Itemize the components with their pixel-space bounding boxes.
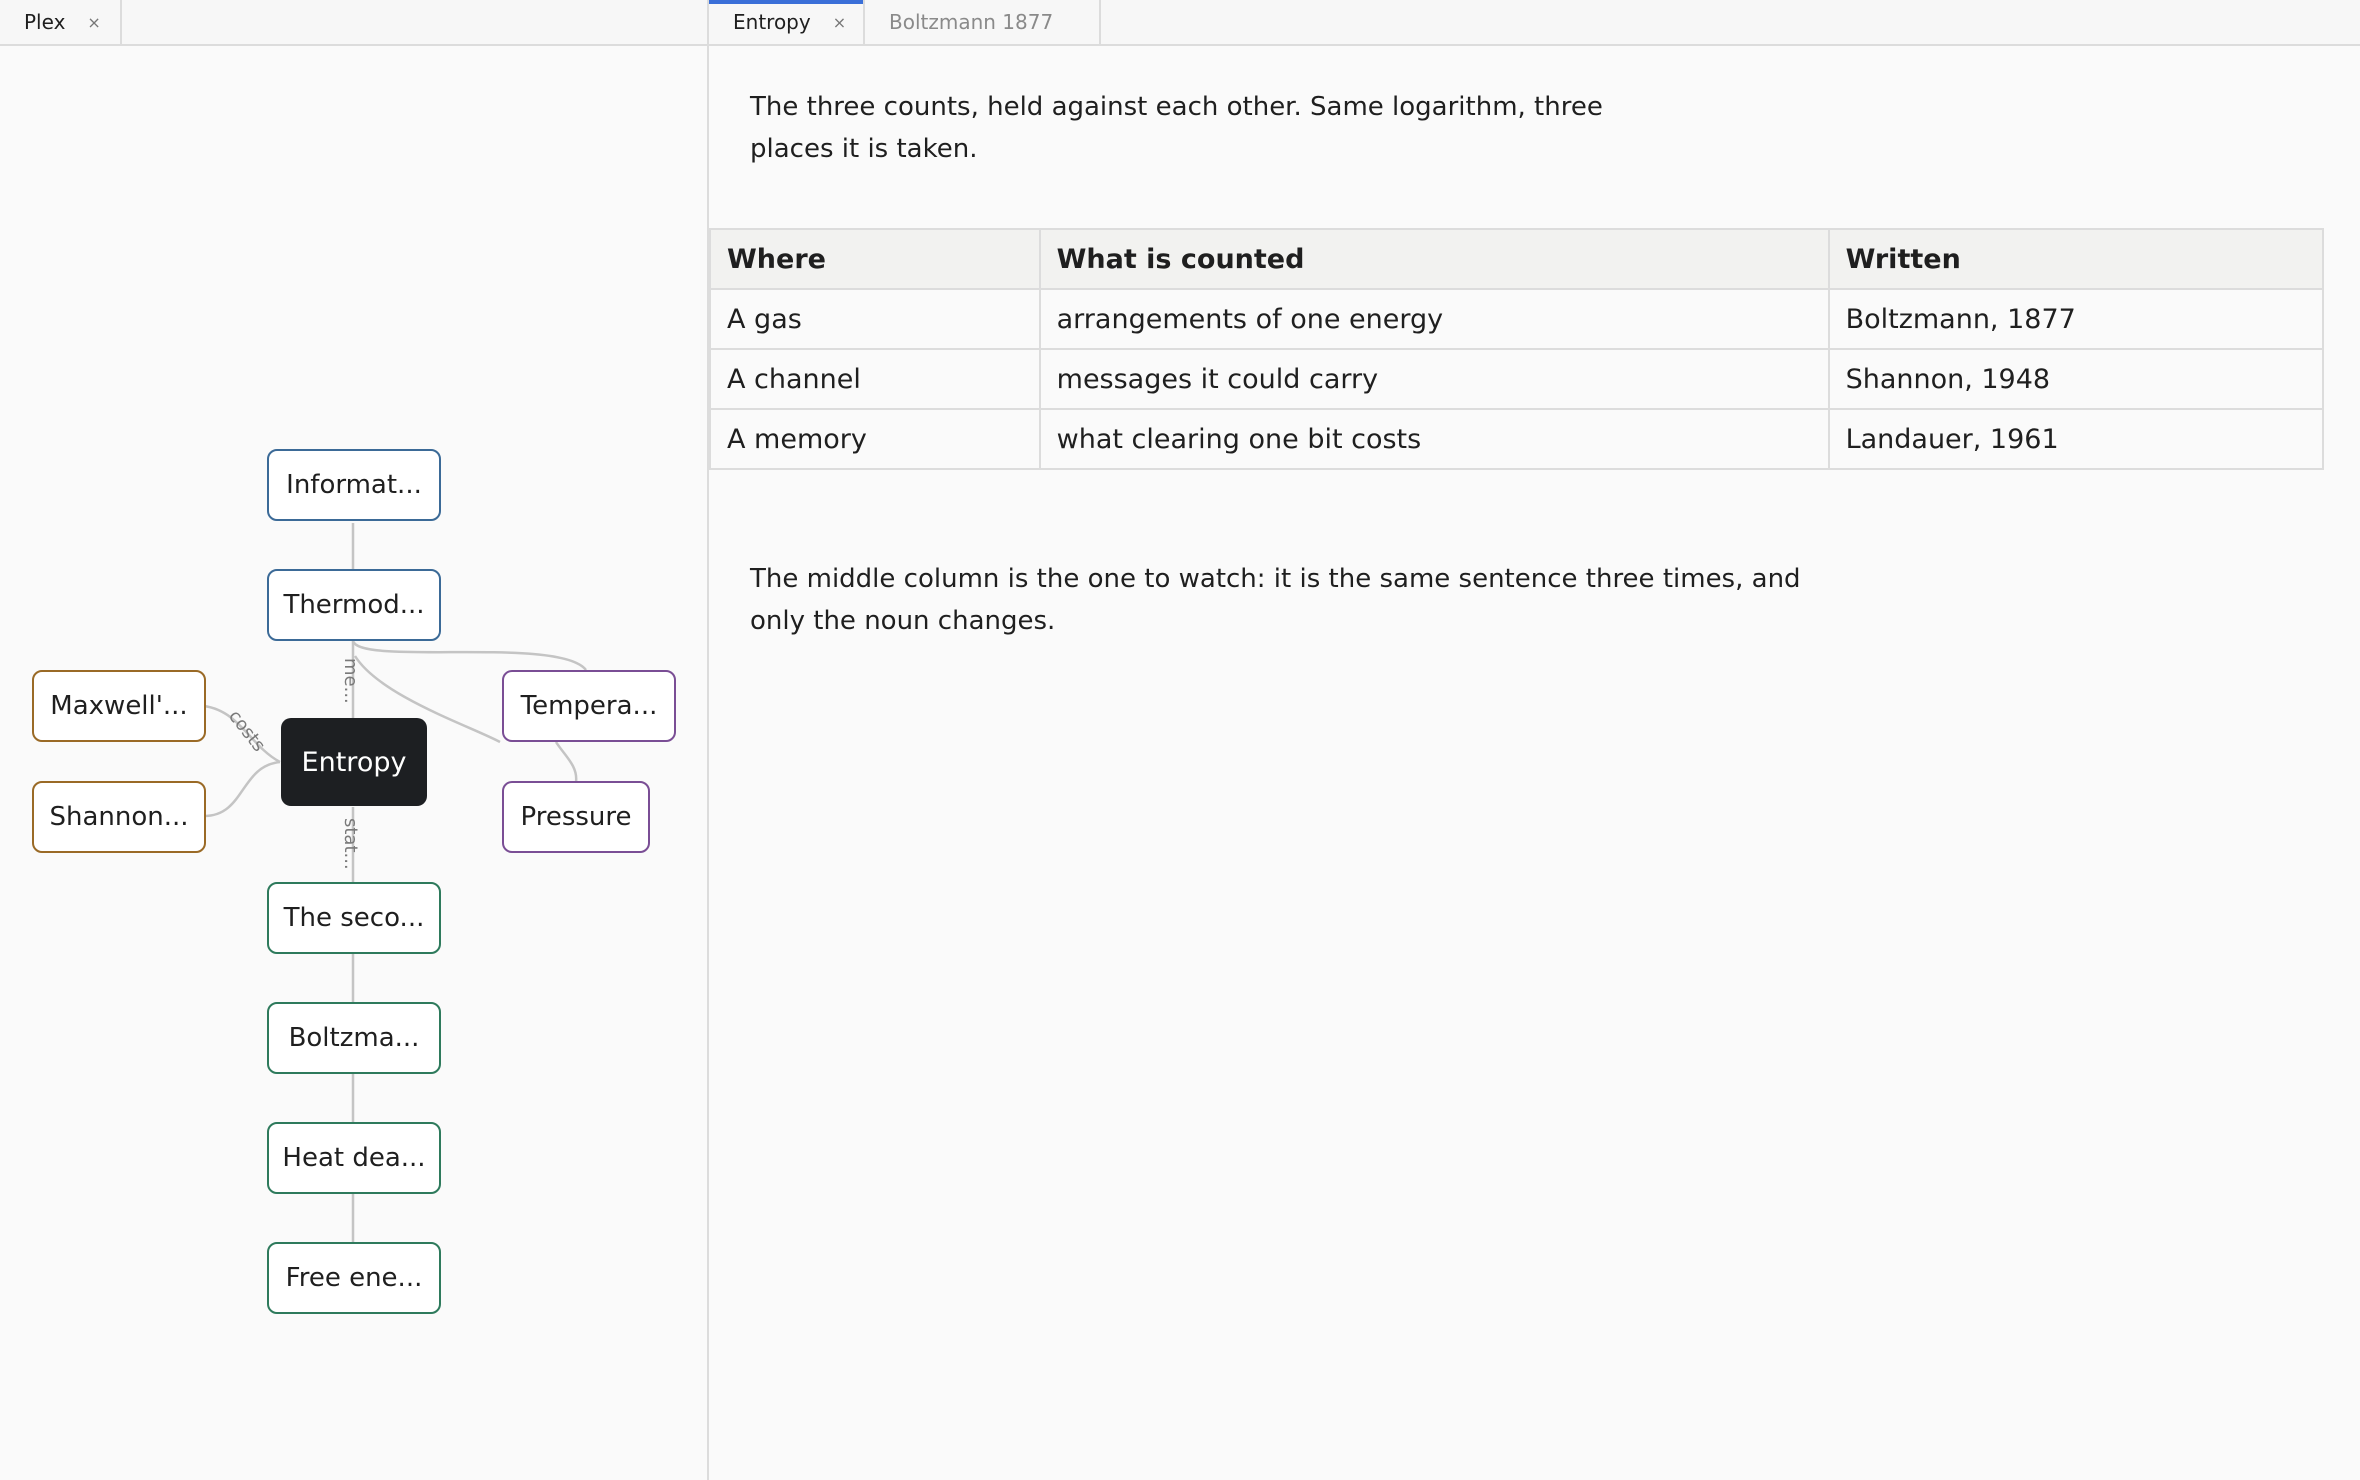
left-tab-bar: Plex × bbox=[0, 0, 709, 46]
table-row: A memory what clearing one bit costs Lan… bbox=[709, 408, 2325, 470]
table-cell: arrangements of one energy bbox=[1038, 288, 1830, 350]
table-header-row: Where What is counted Written bbox=[709, 228, 2325, 290]
node-shannon[interactable]: Shannon... bbox=[32, 781, 206, 853]
node-heat-death[interactable]: Heat dea... bbox=[267, 1122, 441, 1194]
intro-paragraph: The three counts, held against each othe… bbox=[750, 86, 1603, 170]
column-header: What is counted bbox=[1038, 228, 1830, 290]
outro-line: only the noun changes. bbox=[750, 606, 1056, 636]
edge-label-me: me... bbox=[340, 658, 361, 704]
tab-label: Entropy bbox=[733, 10, 811, 34]
tab-plex[interactable]: Plex × bbox=[0, 0, 122, 44]
right-tab-bar: Entropy × Boltzmann 1877 bbox=[709, 0, 2360, 46]
node-maxwell[interactable]: Maxwell'... bbox=[32, 670, 206, 742]
table-cell: Boltzmann, 1877 bbox=[1827, 288, 2325, 350]
column-header: Where bbox=[709, 228, 1041, 290]
close-icon[interactable]: × bbox=[87, 13, 100, 32]
tab-entropy[interactable]: Entropy × bbox=[709, 0, 865, 44]
outro-paragraph: The middle column is the one to watch: i… bbox=[750, 558, 1801, 642]
tab-boltzmann-1877[interactable]: Boltzmann 1877 bbox=[865, 0, 1101, 44]
table-cell: A gas bbox=[709, 288, 1041, 350]
node-free-energy[interactable]: Free ene... bbox=[267, 1242, 441, 1314]
pane-divider[interactable] bbox=[707, 0, 709, 1480]
node-pressure[interactable]: Pressure bbox=[502, 781, 650, 853]
edge-temperature-pressure bbox=[554, 741, 578, 783]
column-header: Written bbox=[1827, 228, 2325, 290]
intro-line: places it is taken. bbox=[750, 134, 978, 164]
outro-line: The middle column is the one to watch: i… bbox=[750, 564, 1801, 594]
table-row: A channel messages it could carry Shanno… bbox=[709, 348, 2325, 410]
node-second-law[interactable]: The seco... bbox=[267, 882, 441, 954]
tab-label: Boltzmann 1877 bbox=[889, 10, 1054, 34]
edge-label-stat: stat... bbox=[340, 818, 361, 870]
close-icon[interactable]: × bbox=[833, 13, 846, 32]
node-information[interactable]: Informat... bbox=[267, 449, 441, 521]
table-cell: A memory bbox=[709, 408, 1041, 470]
graph-pane[interactable]: me... costs stat... Informat... Thermod.… bbox=[0, 46, 707, 1480]
edge-shannon-entropy bbox=[203, 760, 281, 818]
table-cell: what clearing one bit costs bbox=[1038, 408, 1830, 470]
node-boltzmann[interactable]: Boltzma... bbox=[267, 1002, 441, 1074]
table-row: A gas arrangements of one energy Boltzma… bbox=[709, 288, 2325, 350]
table-cell: Landauer, 1961 bbox=[1827, 408, 2325, 470]
table-cell: A channel bbox=[709, 348, 1041, 410]
node-thermodynamics[interactable]: Thermod... bbox=[267, 569, 441, 641]
table-cell: Shannon, 1948 bbox=[1827, 348, 2325, 410]
intro-line: The three counts, held against each othe… bbox=[750, 92, 1603, 122]
table-cell: messages it could carry bbox=[1038, 348, 1830, 410]
node-entropy[interactable]: Entropy bbox=[281, 718, 427, 806]
edge-thermodynamics-temperature bbox=[351, 640, 587, 671]
tab-label: Plex bbox=[24, 10, 66, 34]
comparison-table: Where What is counted Written A gas arra… bbox=[709, 228, 2325, 470]
node-temperature[interactable]: Tempera... bbox=[502, 670, 676, 742]
